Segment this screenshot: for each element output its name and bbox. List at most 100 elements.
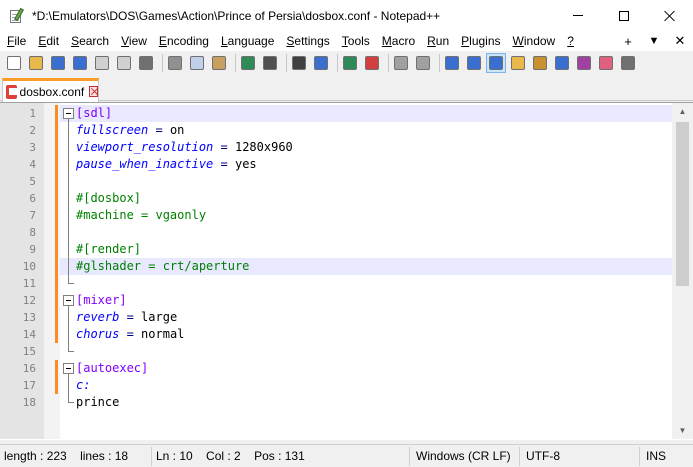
code-line[interactable]: 5 xyxy=(0,173,693,190)
doc-map-button[interactable] xyxy=(531,54,549,72)
fold-toggle-icon[interactable] xyxy=(63,108,74,119)
config-value: 1280x960 xyxy=(234,140,293,154)
paste-button[interactable] xyxy=(210,54,228,72)
config-key: fullscreen xyxy=(76,123,149,137)
udl-button[interactable] xyxy=(509,54,527,72)
editor[interactable]: 1 [sdl] 2 fullscreen = on 3 viewport_resoluti… xyxy=(0,102,693,440)
doc-list-icon xyxy=(555,56,569,70)
tab-list-button[interactable]: ▼ xyxy=(641,35,667,47)
status-encoding[interactable]: UTF-8 xyxy=(520,447,640,466)
zoom-in-button[interactable] xyxy=(341,54,359,72)
replace-button[interactable] xyxy=(312,54,330,72)
tab-dosbox-conf[interactable]: dosbox.conf xyxy=(2,78,99,102)
menu-tools[interactable]: Tools xyxy=(335,31,375,51)
code-line[interactable]: 8 xyxy=(0,224,693,241)
folder-as-workspace-button[interactable] xyxy=(597,54,615,72)
undo-button[interactable] xyxy=(239,54,257,72)
menu-view[interactable]: View xyxy=(114,31,152,51)
code-line[interactable]: 3 viewport_resolution = 1280x960 xyxy=(0,139,693,156)
close-window-button[interactable] xyxy=(647,0,693,31)
monitoring-button[interactable] xyxy=(619,54,637,72)
close-all-button[interactable] xyxy=(115,54,133,72)
menu-file[interactable]: File xyxy=(0,31,31,51)
word-wrap-button[interactable] xyxy=(443,54,461,72)
scroll-down-icon[interactable]: ▼ xyxy=(672,422,693,439)
fold-toggle-icon[interactable] xyxy=(63,295,74,306)
zoom-in-icon xyxy=(343,56,357,70)
line-number: 16 xyxy=(22,362,36,375)
code-line[interactable]: 9 #[render] xyxy=(0,241,693,258)
code-text: viewport_resolution = 1280x960 xyxy=(76,139,293,156)
save-button[interactable] xyxy=(49,54,67,72)
fold-line xyxy=(68,119,69,284)
vertical-scrollbar[interactable]: ▲ ▼ xyxy=(672,103,693,439)
redo-button[interactable] xyxy=(261,54,279,72)
menu-edit[interactable]: Edit xyxy=(31,31,64,51)
status-eol[interactable]: Windows (CR LF) xyxy=(410,447,520,466)
new-file-button[interactable] xyxy=(5,54,23,72)
cut-button[interactable] xyxy=(166,54,184,72)
tab-bar: dosbox.conf xyxy=(0,77,693,102)
add-tab-button[interactable]: + xyxy=(615,34,641,49)
close-button[interactable] xyxy=(93,54,111,72)
config-key: chorus xyxy=(76,327,120,341)
code-line[interactable]: 7 #machine = vgaonly xyxy=(0,207,693,224)
code-line[interactable]: 15 xyxy=(0,343,693,360)
maximize-button[interactable] xyxy=(601,0,647,31)
code-line[interactable]: 10 #glshader = crt/aperture xyxy=(0,258,693,275)
scroll-up-icon[interactable]: ▲ xyxy=(672,103,693,120)
code-line[interactable]: 17 c: xyxy=(0,377,693,394)
copy-button[interactable] xyxy=(188,54,206,72)
zoom-out-button[interactable] xyxy=(363,54,381,72)
minimize-button[interactable] xyxy=(555,0,601,31)
line-number: 8 xyxy=(29,226,36,239)
menu-encoding[interactable]: Encoding xyxy=(152,31,214,51)
menu-mnemonic: W xyxy=(512,34,524,48)
sync-horizontal-button[interactable] xyxy=(414,54,432,72)
find-button[interactable] xyxy=(290,54,308,72)
code-line[interactable]: 14 chorus = normal xyxy=(0,326,693,343)
code-line[interactable]: 13 reverb = large xyxy=(0,309,693,326)
menu-settings[interactable]: Settings xyxy=(279,31,334,51)
code-line[interactable]: 1 [sdl] xyxy=(0,105,693,122)
code-text: reverb = large xyxy=(76,309,177,326)
menu-window[interactable]: Window xyxy=(506,31,561,51)
menu-plugins[interactable]: Plugins xyxy=(454,31,505,51)
function-list-button[interactable] xyxy=(575,54,593,72)
save-all-button[interactable] xyxy=(71,54,89,72)
menu-label: iew xyxy=(128,34,147,48)
config-key: reverb xyxy=(76,310,120,324)
save-icon xyxy=(51,56,65,70)
doc-list-button[interactable] xyxy=(553,54,571,72)
code-line[interactable]: 16 [autoexec] xyxy=(0,360,693,377)
menu-language[interactable]: Language xyxy=(214,31,279,51)
scroll-thumb[interactable] xyxy=(676,122,689,286)
menu-run[interactable]: Run xyxy=(420,31,454,51)
code-line[interactable]: 2 fullscreen = on xyxy=(0,122,693,139)
code-line[interactable]: 12 [mixer] xyxy=(0,292,693,309)
code-text: #[dosbox] xyxy=(76,190,141,207)
toolbar-separator xyxy=(337,54,338,72)
menu-macro[interactable]: Macro xyxy=(375,31,420,51)
menu-search[interactable]: Search xyxy=(64,31,114,51)
show-all-chars-button[interactable] xyxy=(465,54,483,72)
code-line[interactable]: 11 xyxy=(0,275,693,292)
operator: = xyxy=(148,123,170,137)
code-line[interactable]: 4 pause_when_inactive = yes xyxy=(0,156,693,173)
fold-toggle-icon[interactable] xyxy=(63,363,74,374)
code-line[interactable]: 18 prince xyxy=(0,394,693,411)
code-line[interactable]: 6 #[dosbox] xyxy=(0,190,693,207)
code-text: #glshader = crt/aperture xyxy=(76,258,249,275)
indent-guide-button[interactable] xyxy=(486,53,506,73)
sync-vertical-button[interactable] xyxy=(392,54,410,72)
close-tab-menu-button[interactable]: ✕ xyxy=(667,33,693,49)
tab-close-icon[interactable] xyxy=(89,86,98,97)
open-file-button[interactable] xyxy=(27,54,45,72)
menu-help[interactable]: ? xyxy=(560,31,579,51)
status-insert-mode[interactable]: INS xyxy=(640,447,693,466)
status-position: Ln : 10 Col : 2 Pos : 131 xyxy=(152,447,410,466)
print-button[interactable] xyxy=(137,54,155,72)
line-number: 11 xyxy=(22,277,36,290)
menu-label: ile xyxy=(14,34,27,48)
toolbar-separator xyxy=(162,54,163,72)
